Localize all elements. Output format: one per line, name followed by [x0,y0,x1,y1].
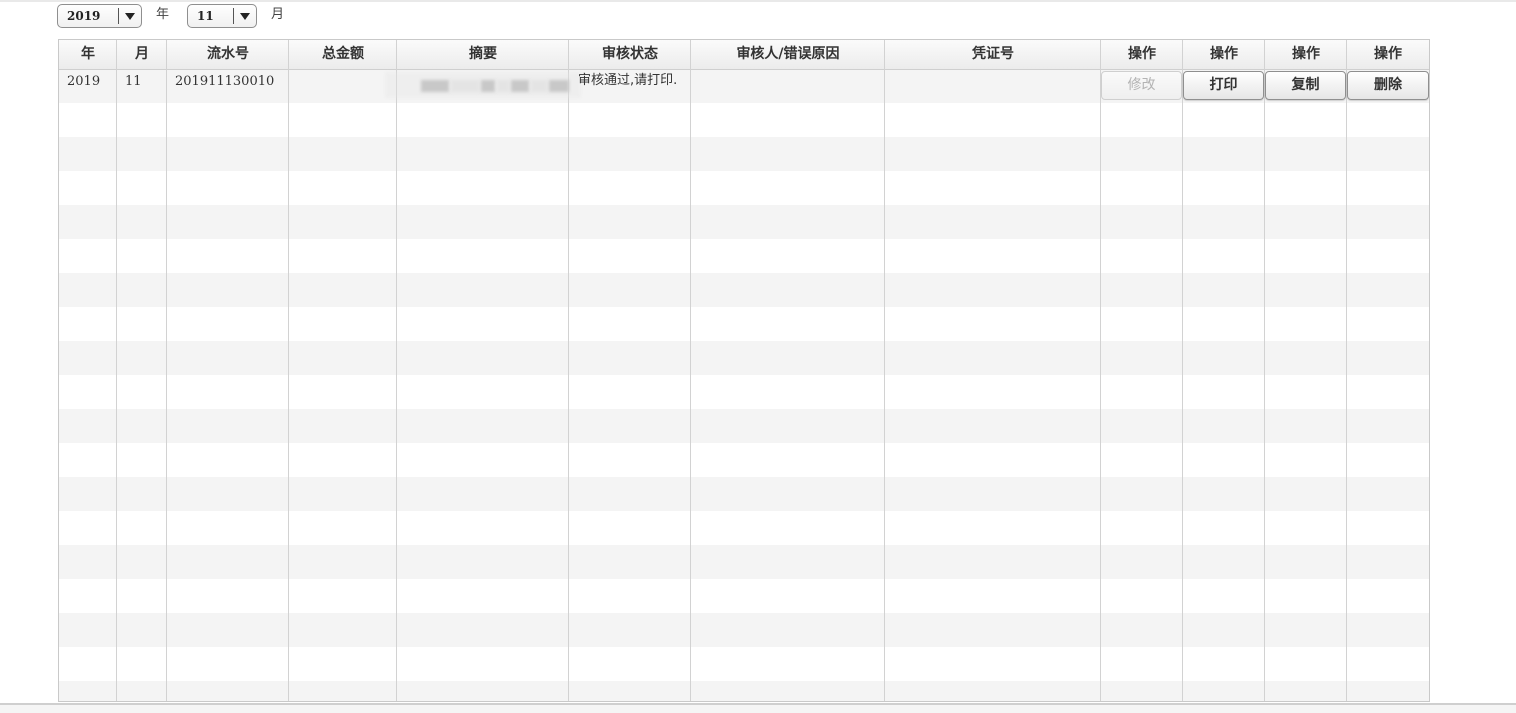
table-header: 年 月 流水号 总金额 摘要 审核状态 审核人/错误原因 凭证号 操作 操作 操… [59,40,1429,70]
header-action-2: 操作 [1210,46,1238,62]
cell-year: 2019 [67,74,101,89]
year-select-value: 2019 [67,9,101,23]
bottom-border [0,703,1516,713]
header-action-3: 操作 [1292,46,1320,62]
header-summary: 摘要 [469,46,497,62]
copy-button[interactable]: 复制 [1265,71,1346,100]
delete-button[interactable]: 删除 [1347,71,1429,100]
year-select[interactable]: 2019 [57,4,142,28]
month-label: 月 [271,7,285,22]
header-action-4: 操作 [1374,46,1402,62]
header-month: 月 [135,46,149,62]
month-select-value: 11 [197,9,214,23]
cell-status: 审核通过,请打印. [578,73,678,88]
cell-serial: 201911130010 [175,74,275,89]
table-body [59,69,1429,701]
month-select[interactable]: 11 [187,4,257,28]
top-border [0,0,1516,2]
chevron-down-icon[interactable] [233,8,256,24]
header-year: 年 [81,46,95,62]
print-button[interactable]: 打印 [1183,71,1264,100]
header-total: 总金额 [322,46,364,62]
header-action-1: 操作 [1128,46,1156,62]
header-serial: 流水号 [207,46,249,62]
cell-month: 11 [125,74,142,89]
header-voucher: 凭证号 [972,46,1014,62]
header-reviewer: 审核人/错误原因 [736,46,840,62]
cell-summary-redacted [385,72,581,112]
voucher-table: 年 月 流水号 总金额 摘要 审核状态 审核人/错误原因 凭证号 操作 操作 操… [58,39,1430,702]
chevron-down-icon[interactable] [118,8,141,24]
year-label: 年 [156,7,170,22]
header-status: 审核状态 [602,46,658,62]
edit-button[interactable]: 修改 [1101,71,1182,100]
